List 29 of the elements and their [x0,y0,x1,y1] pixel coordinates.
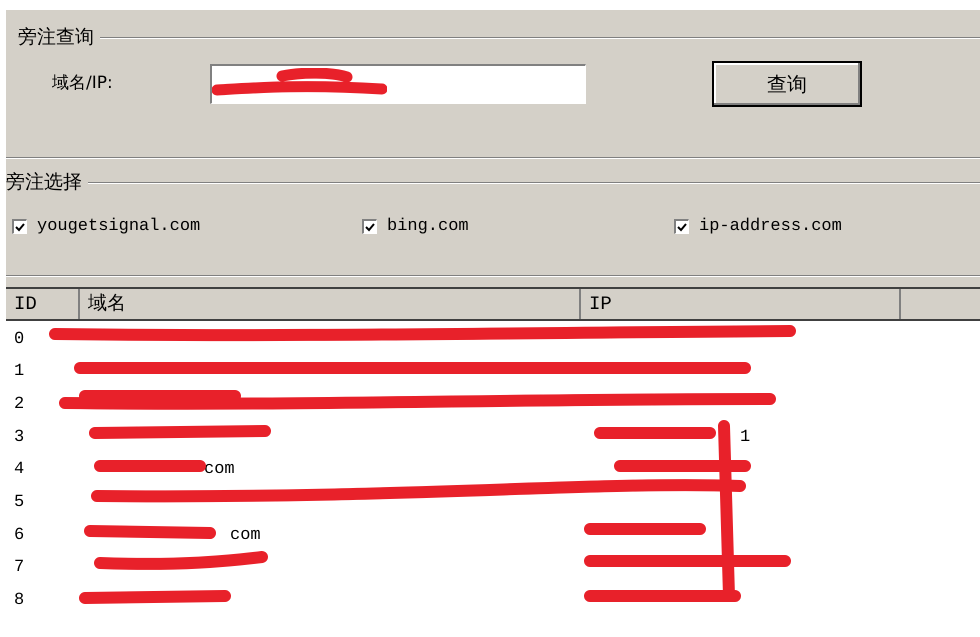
check-icon [677,222,687,232]
checkbox[interactable] [674,219,689,234]
id-cell-text: 2 [13,394,26,416]
id-cell-text: 1 [13,361,26,384]
ip-cell-text: 1 [740,426,750,449]
field-label: 域名/IP: [52,72,114,96]
column-header[interactable]: 域名 [80,289,581,319]
id-cell-text: 4 [13,459,26,482]
input-field[interactable] [210,64,586,104]
check-icon [365,222,375,232]
id-cell-text: 8 [13,590,26,612]
column-header[interactable]: IP [581,289,901,319]
id-cell-text: 5 [13,492,26,514]
id-cell-text: 7 [13,557,26,580]
checkbox[interactable] [362,219,377,234]
id-cell-text: 6 [13,524,26,547]
group-title: 旁注选择 [6,173,83,192]
check-icon [15,222,25,232]
checkbox[interactable] [12,219,27,234]
query-button[interactable]: 查询 [712,61,862,107]
source-label: bing.com [387,216,469,238]
source-label: ip-address.com [699,216,842,238]
id-cell-text: 3 [13,426,26,449]
domain-cell: com [230,526,261,545]
column-header[interactable]: ID [6,289,80,319]
group-title: 旁注查询 [17,28,95,47]
domain-cell: com [204,460,235,480]
source-label: yougetsignal.com [37,216,200,238]
id-cell-text: 0 [13,328,26,351]
